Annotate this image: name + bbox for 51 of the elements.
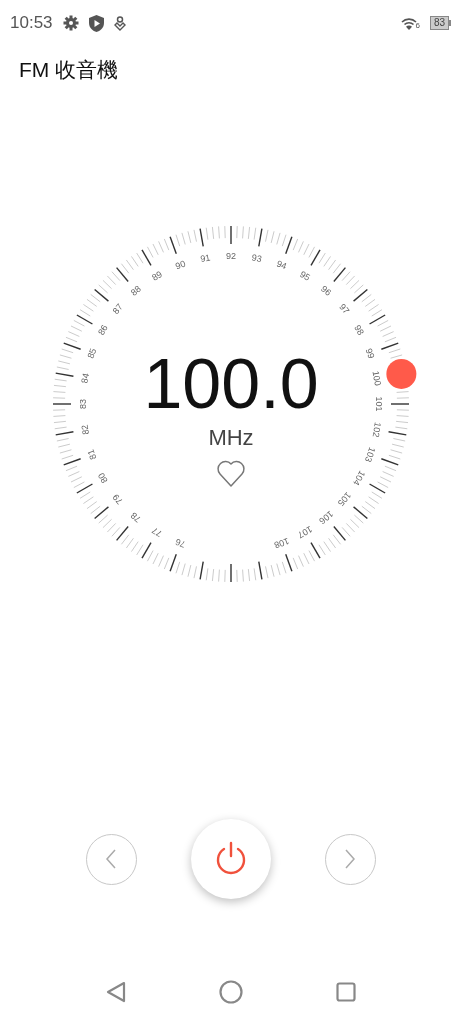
scale-label: 89 xyxy=(149,269,164,283)
scale-label: 77 xyxy=(149,525,164,539)
battery-indicator: 83 xyxy=(429,16,449,30)
scale-label: 108 xyxy=(272,535,290,551)
frequency-display: 100.0 xyxy=(142,345,319,423)
scale-label: 103 xyxy=(362,445,377,464)
chevron-left-icon xyxy=(105,848,117,870)
location-icon xyxy=(113,15,126,31)
scale-label: 83 xyxy=(77,399,88,409)
scale-label: 100 xyxy=(370,370,383,387)
scale-label: 104 xyxy=(350,469,367,487)
scale-label: 90 xyxy=(173,258,187,272)
scale-label: 87 xyxy=(110,301,125,316)
scale-label: 78 xyxy=(128,510,143,525)
scale-label: 106 xyxy=(316,508,335,527)
scale-label: 84 xyxy=(78,372,91,385)
scale-label: 88 xyxy=(128,283,143,298)
scale-label: 107 xyxy=(295,524,314,541)
settings-icon xyxy=(62,15,79,31)
scale-label: 102 xyxy=(370,421,383,438)
home-icon[interactable] xyxy=(218,980,243,1004)
wifi-icon xyxy=(401,16,418,30)
scale-label: 91 xyxy=(199,252,211,265)
app-title: FM 收音機 xyxy=(19,58,119,81)
scale-label: 85 xyxy=(85,346,98,360)
scale-label: 92 xyxy=(225,251,236,261)
scale-label: 98 xyxy=(351,323,366,337)
scale-label: 97 xyxy=(336,301,351,316)
scale-label: 79 xyxy=(110,492,125,507)
scale-label: 82 xyxy=(78,423,91,436)
clock-time: 10:53 xyxy=(10,13,53,33)
scale-label: 94 xyxy=(274,258,288,272)
chevron-right-icon xyxy=(344,848,356,870)
scale-label: 76 xyxy=(173,536,187,550)
scale-label: 105 xyxy=(335,490,353,509)
tuning-knob[interactable] xyxy=(385,358,416,389)
favorite-heart-icon[interactable] xyxy=(216,460,245,487)
scale-label: 101 xyxy=(373,396,384,412)
recent-apps-icon[interactable] xyxy=(335,982,356,1002)
scale-label: 81 xyxy=(85,448,98,462)
scale-label: 86 xyxy=(95,323,110,337)
shield-icon xyxy=(88,14,104,32)
wifi-label: 6 xyxy=(415,20,420,30)
scale-label: 93 xyxy=(250,252,262,265)
back-icon[interactable] xyxy=(105,981,126,1003)
scale-label: 80 xyxy=(95,471,110,485)
scale-label: 95 xyxy=(297,269,312,283)
scale-label: 99 xyxy=(363,346,376,360)
scale-label: 96 xyxy=(318,283,333,298)
power-button[interactable] xyxy=(190,819,271,899)
frequency-unit: MHz xyxy=(207,425,254,450)
